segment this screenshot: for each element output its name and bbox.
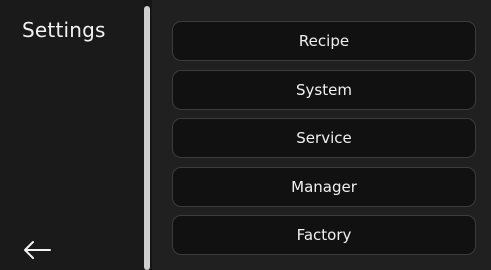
system-button-label: System [296, 80, 352, 99]
factory-button-label: Factory [296, 226, 352, 244]
settings-screen: Settings Recipe System Service Manager F… [0, 0, 491, 270]
panel-divider-scrollbar[interactable] [144, 6, 150, 270]
manager-button-label: Manager [291, 177, 357, 196]
service-button-label: Service [296, 129, 352, 147]
page-title: Settings [22, 18, 106, 42]
arrow-left-icon [24, 241, 51, 259]
factory-button[interactable]: Factory [172, 215, 476, 255]
service-button[interactable]: Service [172, 118, 476, 158]
manager-button[interactable]: Manager [172, 166, 476, 207]
recipe-button-label: Recipe [298, 32, 350, 50]
left-panel: Settings [0, 0, 144, 270]
menu-panel: Recipe System Service Manager Factory [152, 0, 491, 270]
settings-menu-list: Recipe System Service Manager Factory [172, 21, 478, 264]
system-button[interactable]: System [172, 69, 476, 110]
back-button[interactable] [18, 236, 56, 264]
recipe-button[interactable]: Recipe [172, 21, 476, 61]
